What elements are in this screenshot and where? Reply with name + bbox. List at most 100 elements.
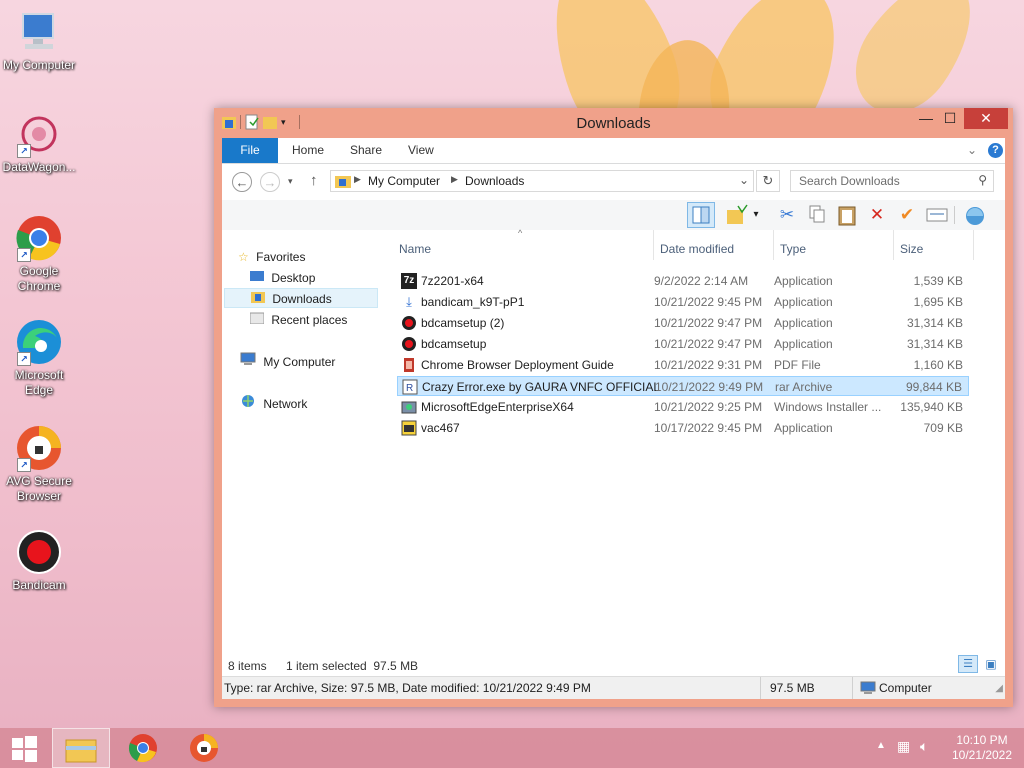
chevron-down-icon[interactable]: ▾ (750, 204, 762, 226)
star-icon: ☆ (238, 250, 249, 264)
resize-grip-icon[interactable]: ◢ (995, 683, 1003, 694)
file-size: 31,314 KB (906, 316, 963, 330)
desktop-icon-microsoft-edge[interactable]: ↗ Microsoft Edge (0, 318, 78, 398)
column-separator[interactable] (773, 230, 774, 260)
taskbar-file-explorer[interactable] (52, 728, 110, 768)
maximize-button[interactable]: ☐ (936, 108, 964, 129)
chrome-icon (128, 734, 157, 763)
file-name: Crazy Error.exe by GAURA VNFC OFFICIAL (422, 380, 661, 394)
show-hidden-icons-icon[interactable]: ▲ (876, 740, 886, 751)
network-status-icon[interactable]: ▦ (897, 738, 910, 755)
refresh-button[interactable]: ↻ (756, 170, 780, 192)
address-row: ← → ▾ ↑ ▶ My Computer ▶ Downloads ⌄ ↻ Se… (222, 164, 1005, 200)
taskbar-avg-browser[interactable] (176, 728, 232, 768)
taskbar-chrome[interactable] (115, 728, 171, 768)
desktop-icon-my-computer[interactable]: My Computer (0, 8, 78, 73)
table-row[interactable]: ⤓ bandicam_k9T-pP1 10/21/2022 9:45 PM Ap… (397, 292, 969, 312)
column-separator[interactable] (893, 230, 894, 260)
address-bar[interactable]: ▶ My Computer ▶ Downloads ⌄ (330, 170, 754, 192)
table-row[interactable]: vac467 10/17/2022 9:45 PM Application 70… (397, 418, 969, 438)
file-size: 709 KB (923, 421, 963, 435)
back-button[interactable]: ← (232, 172, 252, 192)
table-row[interactable]: bdcamsetup (2) 10/21/2022 9:47 PM Applic… (397, 313, 969, 333)
application-icon (401, 420, 417, 436)
computer-icon (860, 681, 876, 698)
help-button[interactable]: ? (988, 143, 1003, 158)
table-row[interactable]: 7z 7z2201-x64 9/2/2022 2:14 AM Applicati… (397, 271, 969, 291)
desktop-icon-label: My Computer (2, 58, 76, 72)
nav-desktop[interactable]: Desktop (250, 268, 315, 288)
details-view-icon[interactable]: ☰ (958, 655, 978, 673)
clock[interactable]: 10:10 PM 10/21/2022 (944, 733, 1020, 763)
file-type: Application (774, 421, 833, 435)
search-input[interactable]: Search Downloads ⚲ (790, 170, 994, 192)
clock-time: 10:10 PM (956, 733, 1008, 747)
table-row[interactable]: MicrosoftEdgeEnterpriseX64 10/21/2022 9:… (397, 397, 969, 417)
shell-icon[interactable] (964, 204, 986, 226)
file-size: 31,314 KB (906, 337, 963, 351)
desktop-icon-label: Bandicam (12, 578, 66, 592)
nav-recent-places[interactable]: Recent places (249, 310, 347, 330)
tab-home[interactable]: Home (292, 138, 324, 163)
svg-text:R: R (406, 383, 413, 394)
properties-icon[interactable] (926, 204, 948, 226)
file-type: Application (774, 337, 833, 351)
shortcut-arrow-icon: ↗ (17, 144, 31, 158)
table-row[interactable]: bdcamsetup 10/21/2022 9:47 PM Applicatio… (397, 334, 969, 354)
new-folder-icon[interactable] (726, 204, 748, 226)
large-icons-view-icon[interactable]: ▣ (982, 655, 1000, 673)
desktop-icon (250, 271, 264, 285)
up-button[interactable]: ↑ (310, 172, 318, 189)
column-header-size[interactable]: Size (900, 242, 923, 256)
checkmark-icon[interactable]: ✔ (896, 204, 918, 226)
file-list: ^ Name Date modified Type Size 7z 7z2201… (389, 228, 1005, 652)
desktop-icon-datawagon[interactable]: ↗ DataWagon... (0, 110, 78, 175)
search-placeholder: Search Downloads (799, 174, 900, 188)
file-type: Application (774, 274, 833, 288)
recent-locations-chevron-icon[interactable]: ▾ (288, 176, 293, 187)
nav-favorites[interactable]: ☆ Favorites (238, 247, 305, 267)
start-button[interactable] (0, 728, 48, 768)
paste-icon[interactable] (836, 204, 858, 226)
folder-icon (335, 174, 351, 191)
file-name: Chrome Browser Deployment Guide (421, 358, 614, 372)
ribbon-expand-icon[interactable]: ⌄ (967, 138, 977, 163)
breadcrumb-downloads[interactable]: Downloads (465, 174, 524, 188)
title-bar[interactable]: ▾ Downloads — ☐ ✕ (214, 108, 1013, 138)
delete-icon[interactable]: ✕ (866, 204, 888, 226)
forward-button[interactable]: → (260, 172, 280, 192)
bandicam-icon (401, 315, 417, 331)
file-date: 10/21/2022 9:31 PM (654, 358, 763, 372)
table-row[interactable]: Chrome Browser Deployment Guide 10/21/20… (397, 355, 969, 375)
nav-downloads[interactable]: Downloads (224, 288, 378, 308)
nav-my-computer[interactable]: My Computer (240, 352, 335, 372)
preview-pane-icon[interactable] (687, 202, 715, 228)
table-row-selected[interactable]: R Crazy Error.exe by GAURA VNFC OFFICIAL… (397, 376, 969, 396)
file-type: rar Archive (775, 380, 833, 394)
desktop-icon-avg-secure-browser[interactable]: ↗ AVG Secure Browser (0, 424, 78, 504)
column-separator[interactable] (653, 230, 654, 260)
volume-icon[interactable]: 🔈︎ (920, 738, 928, 755)
tab-share[interactable]: Share (350, 138, 382, 163)
address-dropdown-icon[interactable]: ⌄ (739, 173, 749, 187)
column-separator[interactable] (973, 230, 974, 260)
file-date: 10/21/2022 9:45 PM (654, 295, 763, 309)
cut-icon[interactable]: ✂ (776, 204, 798, 226)
nav-network[interactable]: Network (240, 394, 307, 414)
tab-view[interactable]: View (408, 138, 434, 163)
close-button[interactable]: ✕ (964, 108, 1008, 129)
tab-file[interactable]: File (222, 138, 278, 163)
breadcrumb-my-computer[interactable]: My Computer (368, 174, 440, 188)
search-icon[interactable]: ⚲ (978, 173, 987, 187)
column-header-name[interactable]: Name (399, 242, 431, 256)
desktop-icon-google-chrome[interactable]: ↗ Google Chrome (0, 214, 78, 294)
copy-icon[interactable] (806, 204, 828, 226)
column-header-type[interactable]: Type (780, 242, 806, 256)
breadcrumb-separator-icon: ▶ (354, 174, 361, 184)
nav-network-label: Network (263, 397, 308, 411)
column-header-date[interactable]: Date modified (660, 242, 734, 256)
file-date: 10/21/2022 9:47 PM (654, 316, 763, 330)
desktop-icon-bandicam[interactable]: Bandicam (0, 528, 78, 593)
file-type: Application (774, 316, 833, 330)
separator (954, 206, 955, 224)
